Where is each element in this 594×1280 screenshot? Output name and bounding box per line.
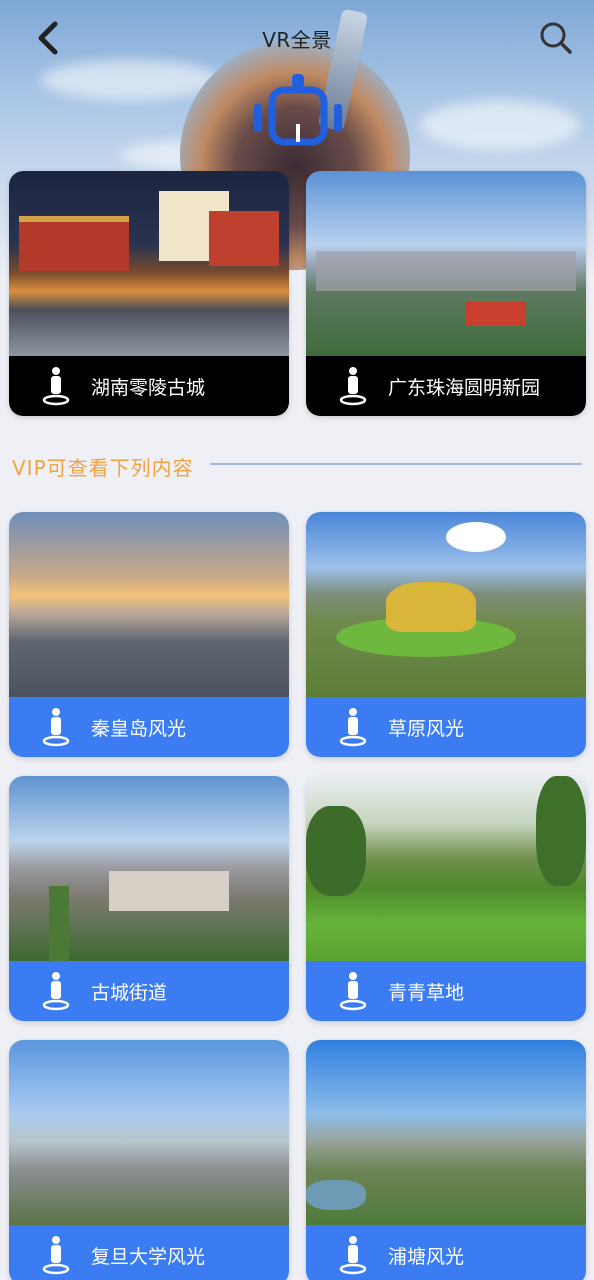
page-title: VR全景 (262, 28, 332, 52)
vip-card-grassland[interactable]: 草原风光 (306, 512, 586, 757)
vip-card-green-lawn[interactable]: 青青草地 (306, 776, 586, 1021)
card-label: 草原风光 (388, 717, 465, 740)
person-pin-icon (42, 708, 70, 747)
vr-headset-icon (252, 72, 344, 150)
person-pin-icon (42, 367, 70, 406)
lingling-photo (9, 171, 289, 356)
vip-card-qinhuangdao[interactable]: 秦皇岛风光 (9, 512, 289, 757)
card-label: 秦皇岛风光 (91, 717, 187, 740)
section-divider (210, 463, 582, 465)
person-pin-icon (339, 1236, 367, 1275)
old-street-photo (9, 776, 289, 961)
person-pin-icon (42, 972, 70, 1011)
zhuhai-photo (306, 171, 586, 356)
card-label: 复旦大学风光 (91, 1245, 206, 1268)
featured-card-lingling[interactable]: 湖南零陵古城 (9, 171, 289, 416)
card-label: 广东珠海圆明新园 (388, 376, 541, 399)
vip-card-old-street[interactable]: 古城街道 (9, 776, 289, 1021)
featured-card-zhuhai[interactable]: 广东珠海圆明新园 (306, 171, 586, 416)
vip-card-putang[interactable]: 浦塘风光 (306, 1040, 586, 1280)
vip-card-fudan[interactable]: 复旦大学风光 (9, 1040, 289, 1280)
putang-photo (306, 1040, 586, 1225)
green-lawn-photo (306, 776, 586, 961)
person-pin-icon (339, 367, 367, 406)
search-icon (540, 22, 572, 54)
card-label: 青青草地 (388, 981, 465, 1004)
search-button[interactable] (536, 18, 576, 58)
person-pin-icon (339, 972, 367, 1011)
grassland-photo (306, 512, 586, 697)
card-label: 古城街道 (91, 981, 168, 1004)
qinhuangdao-photo (9, 512, 289, 697)
person-pin-icon (339, 708, 367, 747)
card-label: 湖南零陵古城 (91, 376, 206, 399)
fudan-photo (9, 1040, 289, 1225)
vip-section-title: VIP可查看下列内容 (12, 456, 194, 480)
person-pin-icon (42, 1236, 70, 1275)
card-label: 浦塘风光 (388, 1245, 465, 1268)
